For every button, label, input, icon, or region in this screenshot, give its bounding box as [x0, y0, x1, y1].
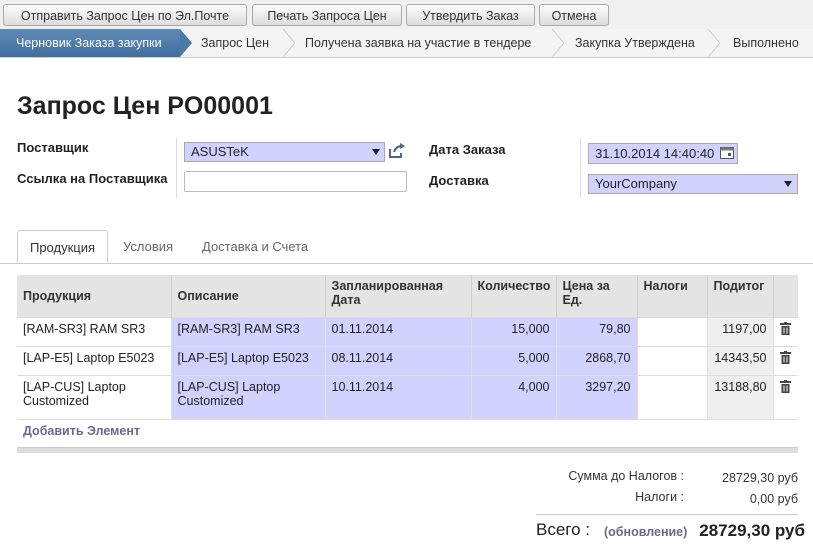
cell-subtotal: 13188,80	[707, 375, 774, 420]
field-separator	[176, 138, 177, 198]
cell-taxes[interactable]	[637, 375, 708, 420]
stage-done[interactable]: Выполнено	[733, 29, 799, 57]
tab-products[interactable]: Продукция	[17, 230, 108, 263]
stage-label: Получена заявка на участие в тендере	[305, 36, 532, 50]
notebook-tabs: Продукция Условия Доставка и Счета	[0, 230, 813, 264]
external-link-icon[interactable]	[388, 143, 406, 159]
supplier-select[interactable]: ASUSTeK	[184, 142, 385, 162]
table-header-row: Продукция Описание Запланированная Дата …	[17, 275, 798, 318]
order-lines-table: Продукция Описание Запланированная Дата …	[17, 275, 798, 444]
taxes-label: Налоги :	[635, 490, 684, 504]
trash-icon[interactable]	[780, 380, 792, 393]
order-date-label: Дата Заказа	[429, 142, 506, 157]
field-separator	[580, 138, 581, 198]
table-row[interactable]: [LAP-E5] Laptop E5023 [LAP-E5] Laptop E5…	[17, 346, 798, 376]
stage-arrow-active	[180, 29, 192, 57]
confirm-order-button[interactable]: Утвердить Заказ	[406, 4, 535, 26]
column-header-actions	[773, 275, 798, 318]
untaxed-amount-value: 28729,30 руб	[722, 471, 798, 485]
delivery-select[interactable]: YourCompany	[588, 174, 798, 194]
cell-date[interactable]: 10.11.2014	[325, 375, 472, 420]
cell-subtotal: 14343,50	[707, 346, 774, 376]
table-row[interactable]: [LAP-CUS] Laptop Customized [LAP-CUS] La…	[17, 375, 798, 420]
cell-product[interactable]: [LAP-E5] Laptop E5023	[17, 346, 172, 376]
supplier-value: ASUSTeK	[191, 144, 249, 159]
calendar-icon[interactable]	[720, 147, 734, 159]
totals-divider	[536, 514, 798, 515]
toolbar: Отправить Запрос Цен по Эл.Почте Печать …	[0, 0, 813, 29]
cell-taxes[interactable]	[637, 346, 708, 376]
cell-quantity[interactable]: 15,000	[471, 317, 557, 347]
row-delete-cell[interactable]	[773, 317, 798, 347]
stage-separator	[552, 29, 564, 57]
column-header[interactable]: Запланированная Дата	[325, 275, 472, 318]
column-header[interactable]: Описание	[171, 275, 326, 318]
stage-label: Запрос Цен	[201, 36, 269, 50]
row-delete-cell[interactable]	[773, 375, 798, 420]
stage-approved[interactable]: Закупка Утверждена	[575, 29, 695, 57]
triangle-down-icon[interactable]	[784, 181, 792, 187]
untaxed-amount-label: Сумма до Налогов :	[568, 469, 684, 483]
cell-price[interactable]: 2868,70	[556, 346, 638, 376]
cell-description[interactable]: [RAM-SR3] RAM SR3	[171, 317, 326, 347]
row-delete-cell[interactable]	[773, 346, 798, 376]
cell-product[interactable]: [RAM-SR3] RAM SR3	[17, 317, 172, 347]
cell-subtotal: 1197,00	[707, 317, 774, 347]
cell-taxes[interactable]	[637, 317, 708, 347]
cell-description[interactable]: [LAP-E5] Laptop E5023	[171, 346, 326, 376]
column-header[interactable]: Налоги	[637, 275, 708, 318]
stage-separator	[708, 29, 720, 57]
total-label: Всего :	[536, 520, 591, 539]
stage-label: Выполнено	[733, 36, 799, 50]
taxes-value: 0,00 руб	[749, 492, 798, 506]
supplier-label: Поставщик	[17, 140, 89, 155]
cell-date[interactable]: 01.11.2014	[325, 317, 472, 347]
cell-quantity[interactable]: 5,000	[471, 346, 557, 376]
add-item-link[interactable]: Добавить Элемент	[23, 424, 140, 438]
print-rfq-button[interactable]: Печать Запроса Цен	[252, 4, 402, 26]
column-header[interactable]: Продукция	[17, 275, 172, 318]
triangle-down-icon[interactable]	[372, 149, 380, 155]
stage-label: Черновик Заказа закупки	[16, 36, 162, 50]
cell-quantity[interactable]: 4,000	[471, 375, 557, 420]
supplier-ref-input[interactable]	[184, 171, 407, 192]
column-header[interactable]: Цена за Ед.	[556, 275, 638, 318]
tab-delivery-invoices[interactable]: Доставка и Счета	[202, 230, 308, 263]
trash-icon[interactable]	[780, 351, 792, 364]
send-rfq-button[interactable]: Отправить Запрос Цен по Эл.Почте	[3, 4, 247, 26]
cell-product[interactable]: [LAP-CUS] Laptop Customized	[17, 375, 172, 420]
stage-rfq[interactable]: Запрос Цен	[201, 29, 269, 57]
page-title: Запрос Цен PO00001	[17, 92, 273, 120]
table-footer	[17, 447, 798, 453]
order-date-value: 31.10.2014 14:40:40	[595, 146, 715, 161]
order-date-field[interactable]: 31.10.2014 14:40:40	[588, 143, 738, 164]
cancel-button[interactable]: Отмена	[539, 4, 609, 26]
column-header[interactable]: Подитог	[707, 275, 774, 318]
stage-bid-received[interactable]: Получена заявка на участие в тендере	[305, 29, 531, 57]
column-header[interactable]: Количество	[471, 275, 557, 318]
add-item-row: Добавить Элемент	[17, 419, 798, 444]
status-bar: Черновик Заказа закупки Запрос Цен Получ…	[0, 29, 813, 58]
add-item-cell: Добавить Элемент	[17, 419, 798, 444]
table-row[interactable]: [RAM-SR3] RAM SR3 [RAM-SR3] RAM SR3 01.1…	[17, 317, 798, 347]
cell-price[interactable]: 3297,20	[556, 375, 638, 420]
delivery-label: Доставка	[429, 173, 489, 188]
trash-icon[interactable]	[780, 322, 792, 335]
cell-date[interactable]: 08.11.2014	[325, 346, 472, 376]
delivery-value: YourCompany	[595, 176, 677, 191]
supplier-ref-label: Ссылка на Поставщика	[17, 171, 168, 186]
cell-price[interactable]: 79,80	[556, 317, 638, 347]
cell-description[interactable]: [LAP-CUS] Laptop Customized	[171, 375, 326, 420]
stage-draft[interactable]: Черновик Заказа закупки	[0, 29, 180, 57]
stage-label: Закупка Утверждена	[575, 36, 695, 50]
stage-separator	[283, 29, 295, 57]
tab-terms[interactable]: Условия	[123, 230, 173, 263]
total-value: 28729,30 руб	[699, 521, 805, 540]
update-totals-link[interactable]: (обновление)	[604, 525, 687, 539]
